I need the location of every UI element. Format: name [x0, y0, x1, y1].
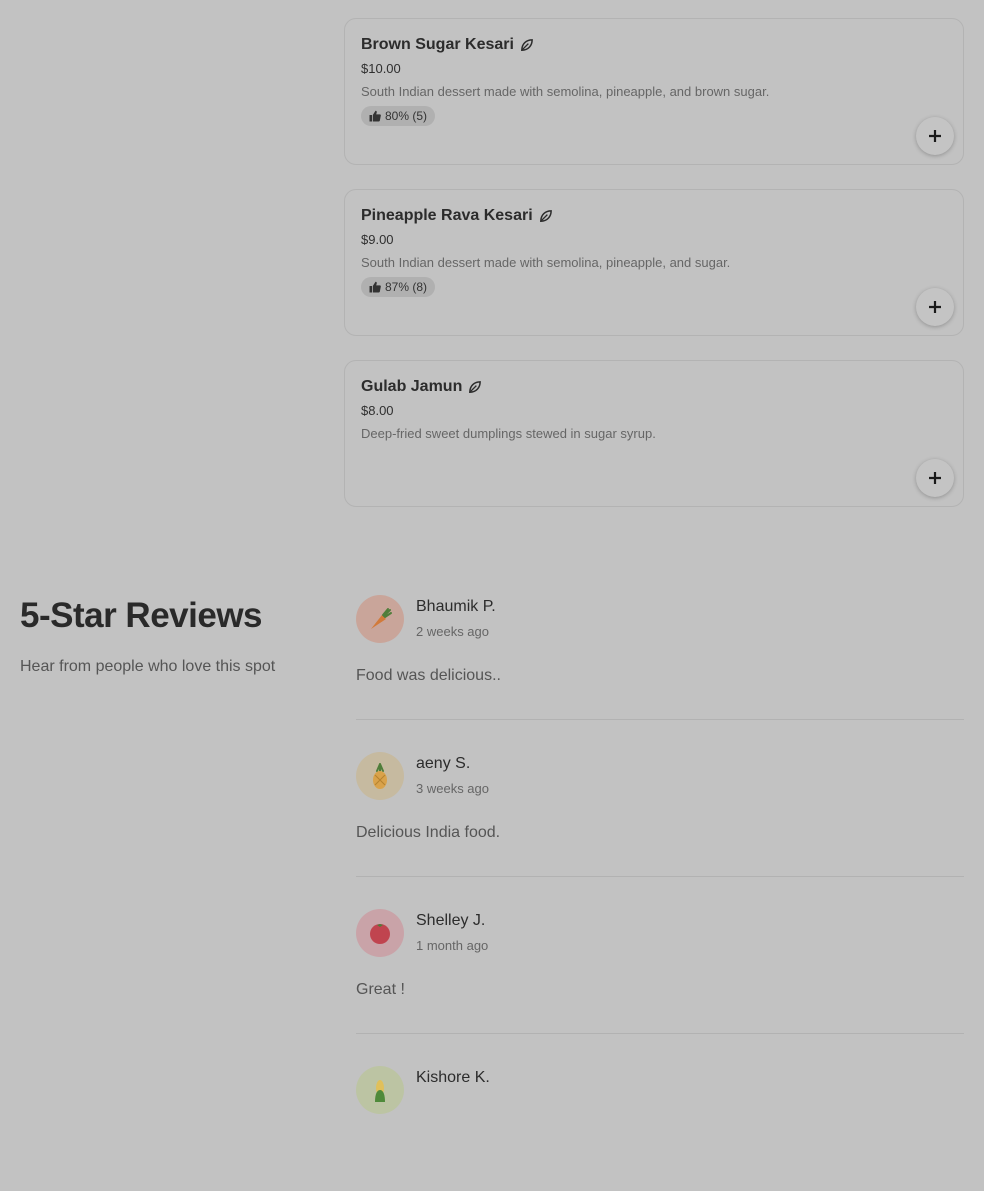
rating-text: 80% (5) [385, 109, 428, 123]
reviewer-info: Shelley J. 1 month ago [416, 912, 488, 953]
menu-item-description: South Indian dessert made with semolina,… [361, 255, 731, 270]
reviewer-info: Bhaumik P. 2 weeks ago [416, 598, 496, 639]
reviewer-name: aeny S. [416, 755, 471, 772]
plus-icon [929, 472, 941, 484]
menu-item-title: Brown Sugar Kesari [361, 35, 947, 55]
avatar [356, 752, 404, 800]
leaf-icon [469, 380, 482, 393]
menu-item-price: $8.00 [361, 403, 394, 418]
thumbs-up-icon [369, 110, 381, 122]
tomato-icon [370, 924, 390, 944]
review-item: Kishore K. [356, 1066, 964, 1191]
review-text: Food was delicious.. [356, 667, 501, 684]
review-item: Bhaumik P. 2 weeks ago Food was deliciou… [356, 595, 964, 720]
reviewer-info: aeny S. 3 weeks ago [416, 755, 489, 796]
menu-item-price: $9.00 [361, 232, 394, 247]
avatar [356, 909, 404, 957]
review-header: Bhaumik P. 2 weeks ago [356, 595, 964, 643]
rating-badge: 87% (8) [361, 277, 436, 297]
review-header: Shelley J. 1 month ago [356, 909, 964, 957]
review-item: Shelley J. 1 month ago Great ! [356, 909, 964, 1034]
menu-item-card[interactable]: Brown Sugar Kesari $10.00 South Indian d… [344, 18, 964, 165]
menu-item-list: Brown Sugar Kesari $10.00 South Indian d… [344, 18, 964, 531]
add-to-cart-button[interactable] [916, 288, 954, 326]
reviews-title: 5-Star Reviews [20, 596, 263, 635]
avatar [356, 1066, 404, 1114]
review-date: 3 weeks ago [416, 781, 489, 796]
rating-badge: 80% (5) [361, 106, 436, 126]
reviewer-name: Shelley J. [416, 912, 486, 929]
reviewer-name: Bhaumik P. [416, 598, 496, 615]
menu-item-title: Gulab Jamun [361, 377, 947, 397]
review-item: aeny S. 3 weeks ago Delicious India food… [356, 752, 964, 877]
menu-item-card[interactable]: Pineapple Rava Kesari $9.00 South Indian… [344, 189, 964, 336]
review-date: 2 weeks ago [416, 624, 489, 639]
menu-item-name: Brown Sugar Kesari [361, 36, 514, 53]
leaf-icon [520, 38, 533, 51]
review-header: Kishore K. [356, 1066, 964, 1114]
plus-icon [929, 301, 941, 313]
corn-icon [375, 1080, 385, 1102]
review-header: aeny S. 3 weeks ago [356, 752, 964, 800]
reviewer-name: Kishore K. [416, 1069, 490, 1086]
plus-icon [929, 130, 941, 142]
review-text: Great ! [356, 981, 405, 998]
reviewer-info: Kishore K. [416, 1069, 490, 1095]
review-date: 1 month ago [416, 938, 489, 953]
rating-text: 87% (8) [385, 280, 428, 294]
reviews-subtitle: Hear from people who love this spot [20, 658, 276, 675]
menu-item-title: Pineapple Rava Kesari [361, 206, 947, 226]
menu-item-name: Pineapple Rava Kesari [361, 207, 533, 224]
review-text: Delicious India food. [356, 824, 501, 841]
add-to-cart-button[interactable] [916, 117, 954, 155]
menu-item-description: South Indian dessert made with semolina,… [361, 84, 770, 99]
leaf-icon [539, 209, 552, 222]
pineapple-icon [373, 763, 387, 789]
add-to-cart-button[interactable] [916, 459, 954, 497]
reviews-header: 5-Star Reviews Hear from people who love… [20, 596, 330, 676]
menu-item-card[interactable]: Gulab Jamun $8.00 Deep-fried sweet dumpl… [344, 360, 964, 507]
menu-item-price: $10.00 [361, 61, 401, 76]
carrot-icon [371, 608, 392, 629]
menu-item-name: Gulab Jamun [361, 378, 463, 395]
menu-item-description: Deep-fried sweet dumplings stewed in sug… [361, 426, 656, 441]
avatar [356, 595, 404, 643]
thumbs-up-icon [369, 281, 381, 293]
